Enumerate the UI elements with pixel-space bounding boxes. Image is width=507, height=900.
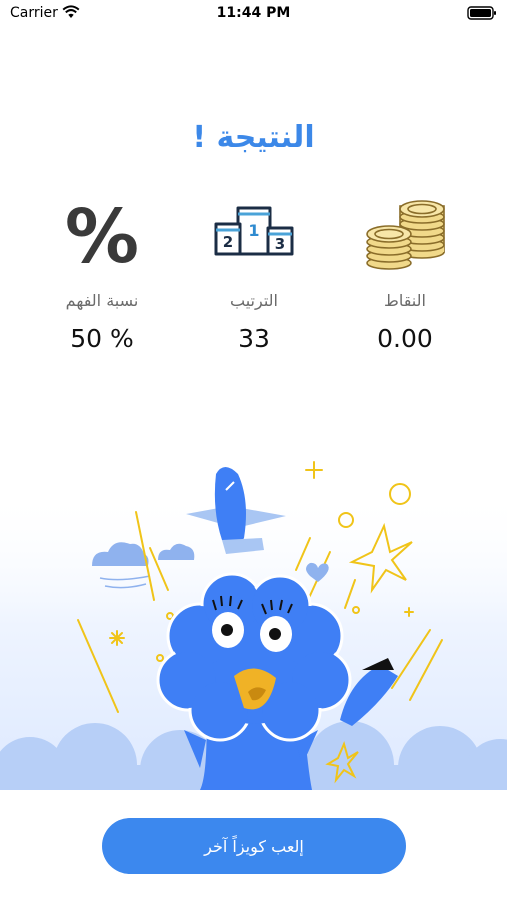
- coins-icon: [366, 200, 445, 270]
- quiz-result-screen: Carrier 11:44 PM النتيجة ! النقاط 0.00 2…: [0, 0, 507, 900]
- clock: 11:44 PM: [216, 5, 291, 21]
- rank-value: 33: [238, 324, 270, 353]
- comprehension-stat: % نسبة الفهم 50 %: [22, 188, 182, 358]
- battery-icon: [467, 6, 496, 20]
- percent-symbol: %: [65, 194, 139, 278]
- podium-number: 1: [248, 221, 259, 240]
- podium-icon: 2 1 3: [214, 206, 294, 256]
- mascot-illustration: [0, 461, 507, 792]
- play-another-quiz-button[interactable]: إلعب كويزاً آخر: [102, 818, 406, 874]
- points-stat: النقاط 0.00: [325, 188, 485, 358]
- rank-stat: 2 1 3 الترتيب 33: [174, 188, 334, 358]
- podium-number: 3: [275, 235, 285, 253]
- comprehension-value: 50 %: [70, 324, 134, 353]
- podium-number: 2: [223, 233, 233, 251]
- comprehension-label: نسبة الفهم: [65, 291, 139, 310]
- result-title: النتيجة !: [192, 120, 315, 155]
- points-label: النقاط: [384, 291, 426, 310]
- rank-label: الترتيب: [230, 291, 278, 310]
- status-bar: Carrier 11:44 PM: [0, 0, 507, 28]
- percent-icon: %: [65, 194, 139, 278]
- points-value: 0.00: [377, 324, 433, 353]
